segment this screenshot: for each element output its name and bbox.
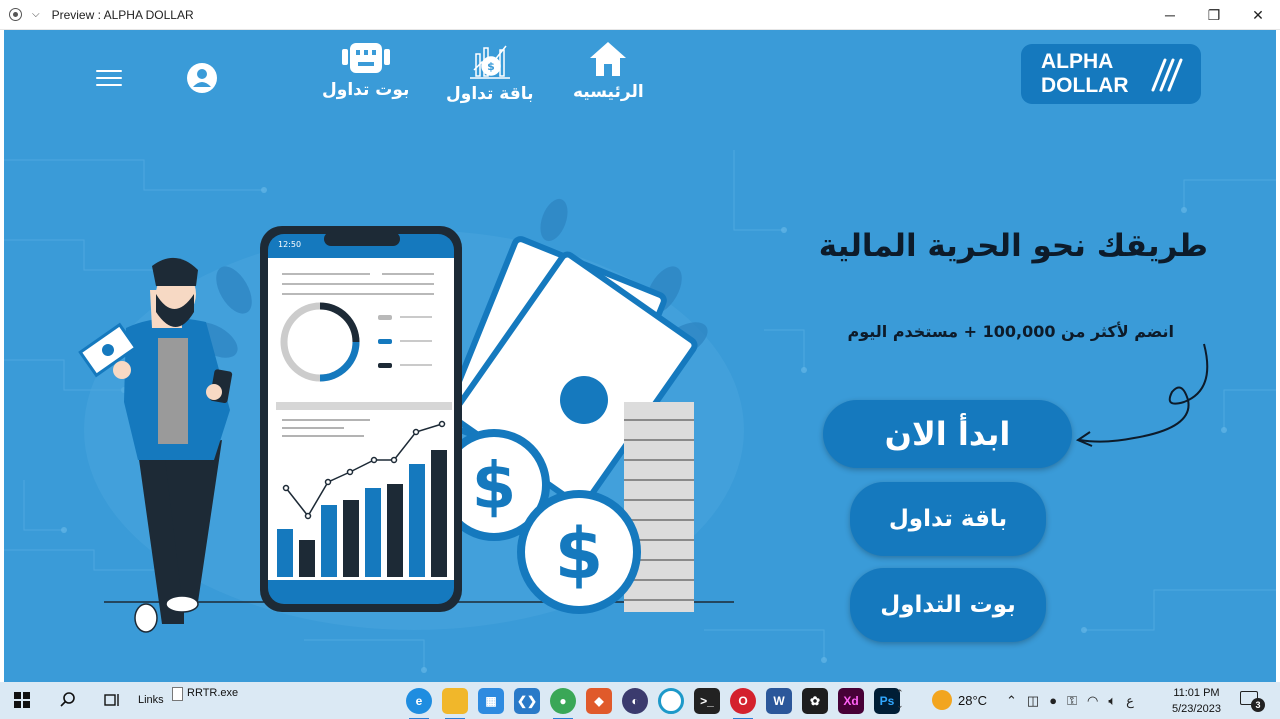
search-icon[interactable] xyxy=(60,692,76,708)
trading-bot-button[interactable]: بوت التداول xyxy=(850,568,1046,642)
chevron-down-icon[interactable]: ⌵ xyxy=(32,9,40,20)
wifi-icon[interactable]: ◠ xyxy=(1087,693,1098,709)
svg-text:$: $ xyxy=(472,450,517,524)
terminal-icon[interactable]: >_ xyxy=(694,688,720,714)
temperature: 28°C xyxy=(958,692,988,708)
opera-icon[interactable]: O xyxy=(730,688,756,719)
hero-title: طريقك نحو الحرية المالية xyxy=(818,228,1208,264)
system-clock[interactable]: 11:01 PM 5/23/2023 xyxy=(1172,685,1221,717)
phone-time: 12:50 xyxy=(278,240,301,249)
start-now-button[interactable]: ابدأ الان xyxy=(823,400,1072,468)
nav-item-bot[interactable]: بوت تداول xyxy=(322,40,409,100)
curly-arrow-icon xyxy=(1075,343,1209,447)
adobe-xd-icon[interactable]: Xd xyxy=(838,688,864,714)
user-icon[interactable] xyxy=(187,63,217,93)
clock-time: 11:01 PM xyxy=(1173,687,1220,699)
trading-package-icon: $ xyxy=(469,45,510,79)
vscode-icon[interactable]: ❮❯ xyxy=(514,688,540,714)
svg-text:$: $ xyxy=(555,513,604,595)
ime-icon[interactable]: ⚿ xyxy=(1067,693,1077,709)
windows-start-icon[interactable] xyxy=(14,692,30,708)
store-icon[interactable]: ▦ xyxy=(478,688,504,714)
task-view-icon[interactable] xyxy=(104,693,120,707)
windows-taskbar: Links RRTR.exe e ▦ ❮❯ ● ◆ ◐ >_ O W ✿ Xd … xyxy=(0,682,1280,719)
record-icon[interactable] xyxy=(9,8,22,21)
file-icon xyxy=(172,687,183,701)
notification-icon[interactable]: 3 xyxy=(1240,691,1265,712)
eclipse-icon[interactable]: ◐ xyxy=(622,688,648,714)
chrome-icon[interactable]: ● xyxy=(550,688,576,719)
menu-icon[interactable] xyxy=(96,70,122,88)
language-indicator[interactable]: ع xyxy=(1126,693,1134,709)
app-canvas: بوت تداول $ باقة تداول الرئيسيه ALPHA DO… xyxy=(4,30,1276,682)
pinned-file-label: RRTR.exe xyxy=(187,687,239,699)
close-button[interactable]: ✕ xyxy=(1236,0,1280,30)
volume-icon[interactable]: 🔈︎ xyxy=(1108,693,1116,709)
hero-subtitle: انضم لأكثر من 100,000 + مستخدم اليوم xyxy=(847,322,1174,341)
top-navigation: بوت تداول $ باقة تداول الرئيسيه ALPHA DO… xyxy=(4,30,1276,120)
pinned-file[interactable]: RRTR.exe xyxy=(172,687,238,701)
nav-item-home[interactable]: الرئيسيه xyxy=(573,40,644,102)
app-tray-icon[interactable]: ● xyxy=(1049,693,1057,709)
system-tray: ⌃ ◫ ● ⚿ ◠ 🔈︎ ع xyxy=(1006,693,1134,709)
maximize-button[interactable]: ❐ xyxy=(1192,0,1236,30)
cortana-icon[interactable] xyxy=(658,688,684,714)
word-icon[interactable]: W xyxy=(766,688,792,714)
hero-illustration: $ $ 12:50 xyxy=(78,198,744,633)
figma-icon[interactable]: ✿ xyxy=(802,688,828,714)
weather-icon xyxy=(932,690,952,710)
home-icon xyxy=(590,42,627,76)
logo-slashes-icon xyxy=(1151,58,1183,92)
git-icon[interactable]: ◆ xyxy=(586,688,612,714)
edge-icon[interactable]: e xyxy=(406,688,432,719)
nav-label-package: باقة تداول xyxy=(446,84,534,104)
svg-text:$: $ xyxy=(487,60,495,73)
trading-package-button[interactable]: باقة تداول xyxy=(850,482,1046,556)
clock-date: 5/23/2023 xyxy=(1172,703,1221,715)
weather-widget[interactable]: 28°C xyxy=(932,690,987,710)
meet-now-icon[interactable]: ◫ xyxy=(1027,693,1039,709)
tray-scroll-icon[interactable]: ⌃ ⌄ xyxy=(896,687,904,711)
robot-icon xyxy=(341,43,390,73)
logo-line2: DOLLAR xyxy=(1041,74,1129,97)
nav-label-home: الرئيسيه xyxy=(573,82,644,102)
file-explorer-icon[interactable] xyxy=(442,688,468,719)
nav-label-bot: بوت تداول xyxy=(322,80,410,100)
brand-logo[interactable]: ALPHA DOLLAR xyxy=(1021,44,1201,104)
nav-item-package[interactable]: $ باقة تداول xyxy=(446,40,533,104)
window-titlebar: ⌵ Preview : ALPHA DOLLAR ─ ❐ ✕ xyxy=(0,0,1280,30)
notification-count: 3 xyxy=(1251,698,1265,712)
show-hidden-icons[interactable]: ⌃ xyxy=(1006,693,1017,709)
logo-line1: ALPHA xyxy=(1041,50,1114,73)
minimize-button[interactable]: ─ xyxy=(1148,0,1192,30)
window-title: Preview : ALPHA DOLLAR xyxy=(51,7,194,22)
links-toolbar[interactable]: Links xyxy=(138,694,164,706)
taskbar-apps: e ▦ ❮❯ ● ◆ ◐ >_ O W ✿ Xd Ps xyxy=(406,688,900,719)
